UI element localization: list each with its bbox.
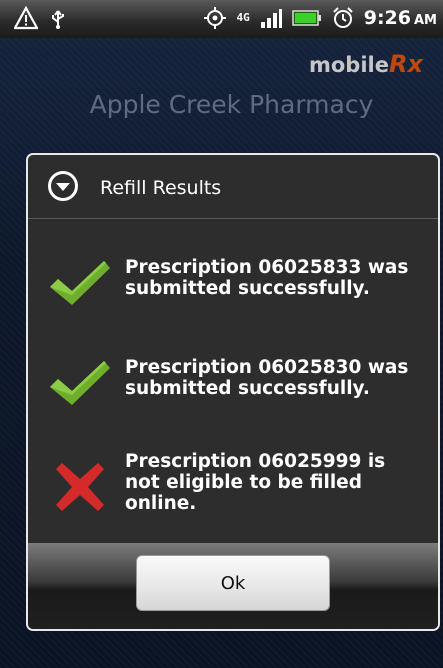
result-item: Prescription 06025830 was submitted succ… [28, 339, 438, 439]
gps-icon [204, 7, 227, 29]
result-message: Prescription 06025833 was submitted succ… [125, 257, 409, 299]
clock-time: 9:26 [363, 7, 411, 29]
check-icon [50, 261, 110, 305]
data-4g-icon: 4G [236, 11, 250, 24]
ok-button[interactable]: Ok [136, 555, 330, 611]
usb-icon [52, 10, 64, 29]
status-bar: 4G 9:26 AM [0, 0, 443, 38]
alarm-icon [333, 7, 353, 28]
pharmacy-name: Apple Creek Pharmacy [89, 90, 374, 119]
brand-prefix: mobile [309, 53, 389, 77]
clock-ampm: AM [414, 13, 437, 28]
result-item: Prescription 06025999 is not eligible to… [28, 443, 438, 543]
result-item: Prescription 06025833 was submitted succ… [28, 239, 438, 339]
brand-rx: Rx [388, 50, 423, 78]
dialog-header: Refill Results [28, 155, 438, 219]
chevron-down-circle-icon [48, 171, 78, 201]
result-message: Prescription 06025830 was submitted succ… [125, 357, 409, 399]
check-icon [50, 361, 110, 405]
refill-results-dialog: Refill Results Prescription 06025833 was… [26, 153, 440, 631]
status-left [14, 6, 70, 30]
brand-logo: mobileRx [309, 50, 441, 78]
status-clock: 9:26 AM [364, 7, 437, 29]
dialog-footer: Ok [28, 543, 438, 629]
result-message: Prescription 06025999 is not eligible to… [125, 451, 386, 514]
status-right: 4G 9:26 AM [203, 6, 437, 30]
dialog-title: Refill Results [100, 177, 222, 199]
error-x-icon [56, 463, 104, 511]
warning-icon [14, 6, 38, 30]
signal-icon [260, 9, 282, 28]
battery-icon [291, 10, 321, 26]
